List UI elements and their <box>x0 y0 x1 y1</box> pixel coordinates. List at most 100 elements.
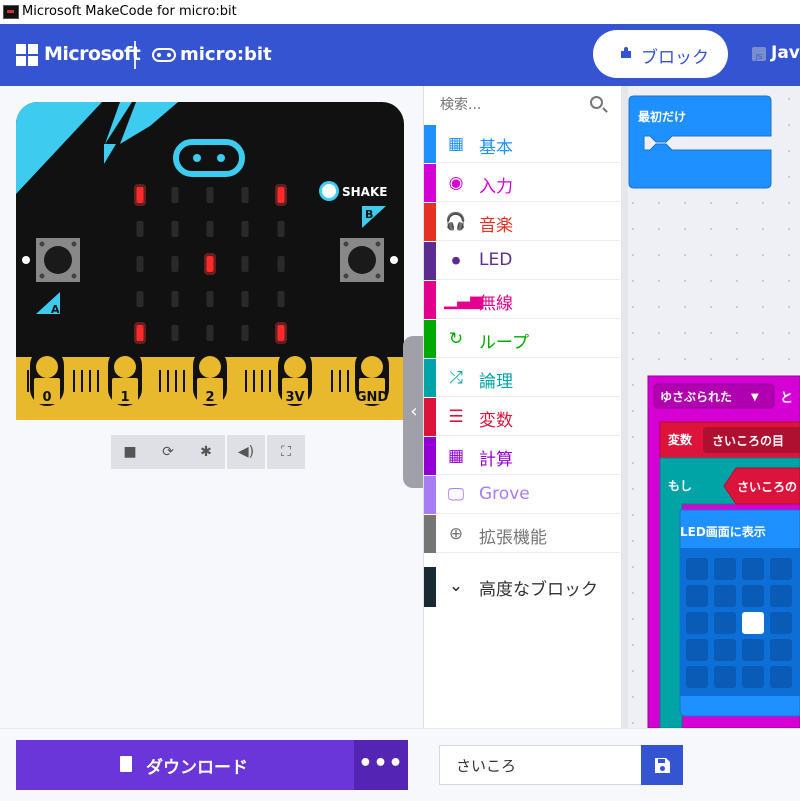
led-cell-off[interactable] <box>742 558 764 580</box>
category-color-bar <box>424 281 436 319</box>
category-color-bar <box>424 242 436 280</box>
toolbox-category-7[interactable]: ☰ 変数 <box>424 398 620 436</box>
category-color-bar <box>424 567 436 607</box>
save-button[interactable] <box>641 745 683 785</box>
led-off <box>241 256 249 272</box>
toolbox-category-2[interactable]: 🎧 音楽 <box>424 203 620 241</box>
on-start-label: 最初だけ <box>638 109 686 124</box>
restart-button[interactable]: ⟳ <box>149 435 187 469</box>
calculator-icon: ▦ <box>447 446 465 466</box>
toolbox-category-8[interactable]: ▦ 計算 <box>424 437 620 475</box>
mute-button[interactable]: ◀) <box>227 435 265 469</box>
show-leds-block[interactable]: LED画面に表示 <box>679 509 800 717</box>
category-color-bar <box>424 125 436 163</box>
category-label: LED <box>479 250 513 270</box>
tab-javascript-label: Jav <box>771 43 800 63</box>
led-cell-off[interactable] <box>770 639 792 661</box>
debug-icon: ✱ <box>200 444 212 460</box>
toolbox-category-3[interactable]: ⏺ LED <box>424 242 620 280</box>
led-cell-off[interactable] <box>686 558 708 580</box>
category-label: 論理 <box>479 372 513 392</box>
toolbox-category-6[interactable]: ⤮ 論理 <box>424 359 620 397</box>
led-cell-off[interactable] <box>770 585 792 607</box>
chevron-left-icon: ‹ <box>410 401 418 422</box>
led-cell-off[interactable] <box>714 639 736 661</box>
more-options-button[interactable]: ••• <box>354 740 408 790</box>
toolbox-category-0[interactable]: ▦ 基本 <box>424 125 620 163</box>
window-title: Microsoft MakeCode for micro:bit <box>22 4 237 19</box>
microbit-logo-icon[interactable] <box>152 48 176 62</box>
fullscreen-button[interactable]: ⛶ <box>267 435 305 469</box>
led-off <box>206 187 214 203</box>
led-on <box>136 187 144 203</box>
led-off <box>241 325 249 341</box>
button-a[interactable] <box>36 238 80 282</box>
app-icon <box>3 5 19 19</box>
category-color-bar <box>424 398 436 436</box>
led-cell-off[interactable] <box>686 612 708 634</box>
toolbox-category-9[interactable]: 🖵 Grove <box>424 476 620 514</box>
microsoft-brand[interactable]: Microsoft <box>44 43 141 65</box>
led-cell-off[interactable] <box>686 585 708 607</box>
download-button[interactable]: ダウンロード <box>16 740 354 790</box>
microbit-simulator-board[interactable]: 0 1 2 3V GND A B SHAKE <box>16 102 404 420</box>
led-cell-off[interactable] <box>770 666 792 688</box>
led-cell-off[interactable] <box>742 666 764 688</box>
toolbox-category-11[interactable]: ⌄ 高度なブロック <box>424 567 620 607</box>
led-cell-on[interactable] <box>742 612 764 634</box>
category-label: 高度なブロック <box>479 580 598 600</box>
save-icon <box>655 758 670 773</box>
toolbox-category-5[interactable]: ↻ ループ <box>424 320 620 358</box>
led-cell-off[interactable] <box>770 612 792 634</box>
tab-blocks-label: ブロック <box>641 48 709 68</box>
led-on <box>277 325 285 341</box>
if-condition-variable: さいころの <box>737 480 797 494</box>
led-cell-off[interactable] <box>742 639 764 661</box>
collapse-simulator-button[interactable]: ‹ <box>403 336 425 488</box>
pin-1-label: 1 <box>120 390 129 405</box>
search-icon[interactable] <box>590 96 603 109</box>
toggle-icon: ⏺ <box>451 251 461 271</box>
led-off <box>206 291 214 307</box>
button-b[interactable] <box>340 238 384 282</box>
button-a-label: A <box>51 303 60 316</box>
toolbox-category-4[interactable]: ▁▃▅ 無線 <box>424 281 620 319</box>
led-cell-off[interactable] <box>770 558 792 580</box>
led-off <box>171 187 179 203</box>
led-on <box>206 256 214 272</box>
project-name-field[interactable] <box>439 745 641 785</box>
set-variable-block[interactable]: 変数 さいころの目 <box>659 421 800 459</box>
stop-button[interactable]: ■ <box>111 435 149 469</box>
led-cell-off[interactable] <box>742 585 764 607</box>
chevron-down-icon: ▼ <box>751 392 759 403</box>
on-start-block[interactable]: 最初だけ <box>628 95 772 189</box>
toolbox-category-10[interactable]: ⊕ 拡張機能 <box>424 515 620 553</box>
microsoft-logo-icon[interactable] <box>16 44 38 66</box>
led-cell-off[interactable] <box>714 666 736 688</box>
set-variable-label: 変数 <box>668 432 693 447</box>
microbit-brand[interactable]: micro:bit <box>180 44 272 65</box>
toolbox-category-1[interactable]: ◉ 入力 <box>424 164 620 202</box>
led-cell-off[interactable] <box>714 585 736 607</box>
project-name-input[interactable] <box>440 746 640 784</box>
led-cell-off[interactable] <box>686 639 708 661</box>
tab-blocks[interactable]: ブロック <box>593 30 728 78</box>
window-title-bar: Microsoft MakeCode for micro:bit <box>0 0 800 25</box>
led-off <box>277 256 285 272</box>
if-label: もし <box>668 479 692 493</box>
led-cell-off[interactable] <box>714 558 736 580</box>
led-cell-off[interactable] <box>714 612 736 634</box>
app-header: Microsoft micro:bit ブロック JS Jav <box>0 24 800 86</box>
category-label: 基本 <box>479 138 513 158</box>
debug-button[interactable]: ✱ <box>187 435 225 469</box>
toolbox-search[interactable] <box>424 86 620 124</box>
download-icon <box>120 756 132 772</box>
shake-label: SHAKE <box>342 185 387 199</box>
tab-javascript[interactable]: JS Jav <box>738 30 800 78</box>
category-label: Grove <box>479 484 530 504</box>
signal-bars-icon: ▁▃▅ <box>444 290 484 310</box>
led-cell-off[interactable] <box>686 666 708 688</box>
loop-arrow-icon: ↻ <box>448 329 464 349</box>
mute-icon: ◀) <box>237 444 255 460</box>
restart-icon: ⟳ <box>162 444 174 460</box>
